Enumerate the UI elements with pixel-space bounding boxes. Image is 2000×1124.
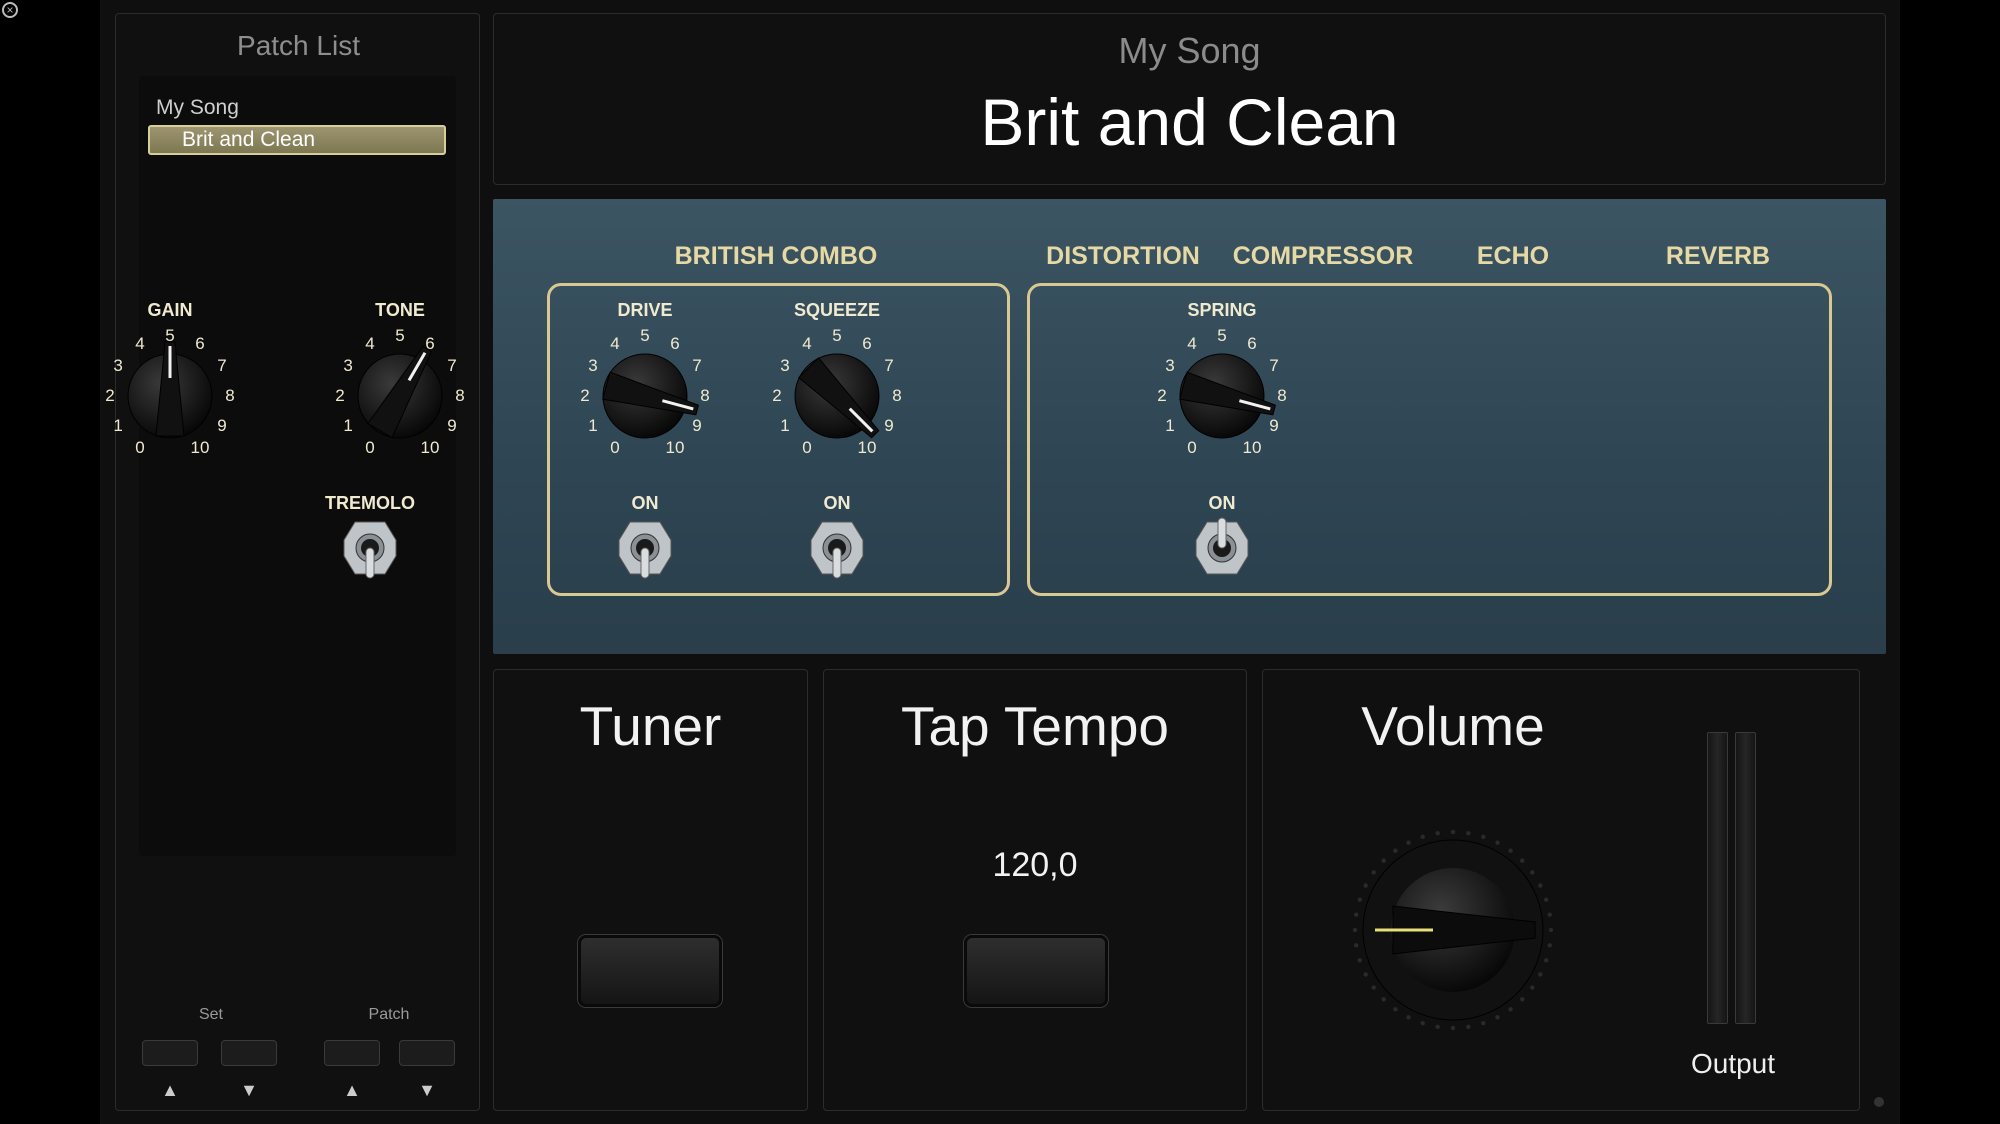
knob-label-tone: TONE: [375, 300, 425, 320]
knob-drive[interactable]: [590, 341, 700, 451]
volume-tick-dot: [1406, 1015, 1411, 1020]
sidebar-title: Patch List: [237, 30, 360, 61]
patch-list: My Song Brit and Clean: [139, 76, 456, 856]
set-prev-button[interactable]: [142, 1040, 198, 1066]
volume-tick-dot: [1371, 870, 1376, 875]
patch-title: Brit and Clean: [980, 85, 1399, 159]
volume-tick-dot: [1363, 883, 1368, 888]
toggle-switch[interactable]: [1187, 508, 1257, 588]
knob-label-squeeze: SQUEEZE: [793, 300, 881, 320]
tempo-value: 120,0: [992, 846, 1078, 884]
volume-tick-dot: [1381, 997, 1386, 1002]
tap-tempo-title: Tap Tempo: [900, 695, 1170, 757]
volume-tick-dot: [1352, 927, 1358, 933]
volume-tick-dot: [1371, 985, 1376, 990]
tuner-title: Tuner: [579, 695, 722, 757]
amp-panel: BRITISH COMBO DISTORTION COMPRESSOR ECHO…: [105, 199, 1886, 654]
resize-dot-icon: [1874, 1097, 1884, 1107]
tap-tempo-button[interactable]: [964, 935, 1108, 1007]
tuner-card: Tuner: [493, 669, 808, 1111]
output-meter-right: [1735, 732, 1756, 1024]
volume-tick-dot: [1547, 943, 1552, 948]
volume-knob[interactable]: [1348, 825, 1558, 1035]
patch-prev-button[interactable]: [324, 1040, 380, 1066]
patch-next-button[interactable]: [399, 1040, 455, 1066]
toggle-switch[interactable]: [335, 508, 405, 588]
volume-tick-dot: [1548, 927, 1554, 933]
volume-tick-dot: [1495, 1015, 1500, 1020]
section-echo: ECHO: [1476, 242, 1550, 270]
volume-tick-dot: [1538, 972, 1543, 977]
volume-tick-dot: [1466, 1024, 1471, 1029]
set-next-button[interactable]: [221, 1040, 277, 1066]
down-arrow-icon: ▼: [240, 1080, 258, 1100]
output-label: Output: [1690, 1048, 1776, 1079]
volume-tick-dot: [1530, 870, 1535, 875]
tuner-button[interactable]: [578, 935, 722, 1007]
up-arrow-icon: ▲: [161, 1080, 179, 1100]
knob-label-drive: DRIVE: [617, 300, 673, 320]
volume-card: Volume Output: [1262, 669, 1860, 1111]
volume-tick-dot: [1538, 883, 1543, 888]
volume-tick-dot: [1357, 897, 1362, 902]
volume-tick-dot: [1354, 943, 1359, 948]
volume-tick-dot: [1393, 1007, 1398, 1012]
knob-gain[interactable]: [115, 341, 225, 451]
volume-tick-dot: [1420, 834, 1425, 839]
knob-tone[interactable]: [345, 341, 455, 451]
patch-list-sidebar: Patch List My Song Brit and Clean Set Pa…: [115, 13, 480, 1111]
section-british-combo: BRITISH COMBO: [674, 242, 878, 270]
volume-tick-dot: [1435, 831, 1440, 836]
output-meter-left: [1707, 732, 1728, 1024]
section-reverb: REVERB: [1665, 242, 1771, 270]
patch-header: My Song Brit and Clean: [493, 13, 1886, 185]
knob-label-spring: SPRING: [1187, 300, 1257, 320]
volume-tick-dot: [1420, 1021, 1425, 1026]
volume-tick-dot: [1530, 985, 1535, 990]
volume-tick-dot: [1508, 1007, 1513, 1012]
volume-tick-dot: [1544, 897, 1549, 902]
patch-nav-label: Patch: [368, 1006, 410, 1023]
volume-tick-dot: [1406, 840, 1411, 845]
section-compressor: COMPRESSOR: [1232, 242, 1414, 270]
volume-tick-dot: [1481, 1021, 1486, 1026]
toggle-switch[interactable]: [610, 508, 680, 588]
volume-tick-dot: [1547, 912, 1552, 917]
volume-tick-dot: [1357, 958, 1362, 963]
song-title: My Song: [1118, 30, 1261, 71]
knob-spring[interactable]: [1167, 341, 1277, 451]
section-distortion: DISTORTION: [1046, 242, 1200, 270]
volume-title: Volume: [1361, 695, 1545, 757]
patch-item-selected[interactable]: Brit and Clean: [148, 125, 446, 155]
toggle-switch[interactable]: [802, 508, 872, 588]
volume-tick-dot: [1354, 912, 1359, 917]
up-arrow-icon: ▲: [343, 1080, 361, 1100]
volume-tick-dot: [1495, 840, 1500, 845]
volume-tick-dot: [1450, 829, 1456, 835]
volume-tick-dot: [1520, 858, 1525, 863]
set-nav-label: Set: [198, 1006, 223, 1023]
volume-tick-dot: [1466, 831, 1471, 836]
volume-tick-dot: [1393, 848, 1398, 853]
tap-tempo-card: Tap Tempo 120,0: [823, 669, 1247, 1111]
close-icon[interactable]: ×: [2, 2, 18, 18]
volume-tick-dot: [1508, 848, 1513, 853]
knob-squeeze[interactable]: [782, 341, 892, 451]
down-arrow-icon: ▼: [418, 1080, 436, 1100]
effects-frame: [1027, 283, 1832, 596]
set-item[interactable]: My Song: [156, 96, 239, 120]
volume-tick-dot: [1450, 1025, 1456, 1031]
volume-tick-dot: [1363, 972, 1368, 977]
volume-tick-dot: [1381, 858, 1386, 863]
knob-label-gain: GAIN: [147, 300, 193, 320]
volume-tick-dot: [1435, 1024, 1440, 1029]
volume-tick-dot: [1544, 958, 1549, 963]
volume-tick-dot: [1520, 997, 1525, 1002]
volume-tick-dot: [1481, 834, 1486, 839]
